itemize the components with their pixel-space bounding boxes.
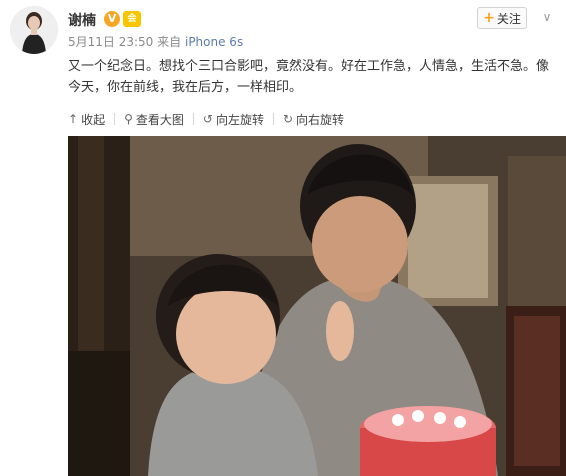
- rotate-left-button[interactable]: ↺ 向左旋转: [203, 111, 264, 128]
- author-name[interactable]: 谢楠: [68, 10, 96, 30]
- rotate-left-icon: ↺: [202, 112, 213, 126]
- photo-illustration: [68, 136, 566, 476]
- verified-badge-icon: V: [104, 11, 120, 27]
- rotate-right-icon: ↻: [282, 112, 294, 126]
- avatar[interactable]: [10, 6, 58, 54]
- view-large-label: 查看大图: [135, 112, 184, 127]
- divider: [114, 113, 116, 125]
- chevron-down-icon[interactable]: ∨: [540, 10, 554, 24]
- divider: [272, 113, 274, 125]
- plus-icon: +: [483, 10, 495, 26]
- source-prefix: 来自: [157, 35, 182, 49]
- follow-button[interactable]: + 关注: [477, 7, 527, 29]
- vip-badge-icon: 会: [123, 11, 141, 27]
- image-toolbar: ↑ 收起 ⚲ 查看大图 ↺ 向左旋转 ↻ 向右旋转: [68, 110, 344, 128]
- divider: [192, 113, 194, 125]
- post-text: 又一个纪念日。想找个三口合影吧，竟然没有。好在工作急，人情急，生活不急。像今天，…: [68, 59, 550, 95]
- collapse-button[interactable]: ↑ 收起: [68, 111, 105, 128]
- arrow-up-icon: ↑: [68, 112, 79, 126]
- rotate-right-label: 向右旋转: [296, 112, 345, 127]
- post-meta: 5月11日 23:50 来自 iPhone 6s: [68, 33, 243, 50]
- view-large-button[interactable]: ⚲ 查看大图: [124, 111, 184, 128]
- rotate-right-button[interactable]: ↻ 向右旋转: [283, 111, 344, 128]
- rotate-left-label: 向左旋转: [215, 112, 264, 127]
- post-photo[interactable]: [68, 136, 566, 476]
- post-time[interactable]: 5月11日 23:50: [68, 35, 153, 49]
- post-source[interactable]: iPhone 6s: [185, 35, 243, 49]
- collapse-label: 收起: [81, 112, 106, 127]
- magnifier-icon: ⚲: [124, 112, 133, 126]
- follow-label: 关注: [496, 11, 521, 26]
